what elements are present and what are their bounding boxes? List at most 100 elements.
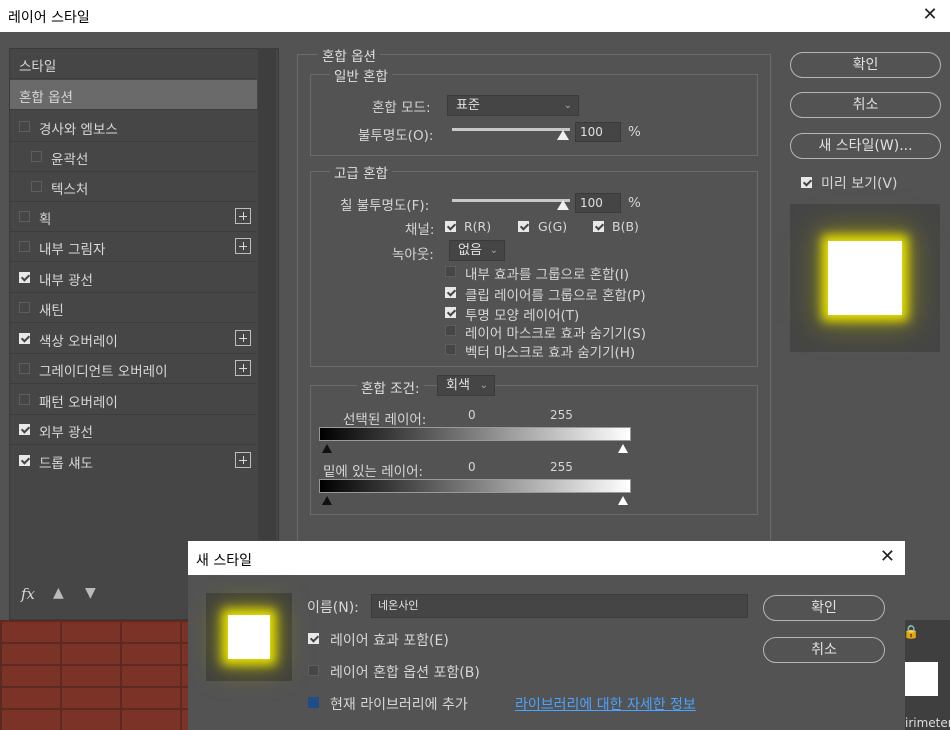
- canvas-brick-background: [0, 620, 188, 730]
- window-title: 레이어 스타일: [8, 10, 90, 26]
- fill-opacity-label: 칠 불투명도(F):: [340, 198, 430, 214]
- texture-checkbox[interactable]: [31, 181, 42, 192]
- this-layer-white-slider[interactable]: [618, 444, 628, 453]
- library-info-link[interactable]: 라이브러리에 대한 자세한 정보: [515, 694, 696, 714]
- pattern-overlay-checkbox[interactable]: [19, 394, 30, 405]
- channel-g-label: G(G): [538, 219, 568, 234]
- list-item-drop-shadow[interactable]: 드롭 섀도: [10, 446, 257, 475]
- transparency-shapes-label: 투명 모양 레이어(T): [465, 308, 580, 324]
- layer-mask-hides-checkbox[interactable]: [445, 325, 456, 336]
- underlying-layer-white-slider[interactable]: [618, 496, 628, 505]
- new-style-title: 새 스타일: [196, 553, 252, 569]
- new-style-ok-button[interactable]: 확인: [763, 595, 885, 621]
- stroke-checkbox[interactable]: [19, 211, 30, 222]
- list-item-blending-options[interactable]: 혼합 옵션: [10, 80, 257, 110]
- add-gradient-overlay-plus-icon[interactable]: [235, 360, 251, 376]
- preview-checkbox[interactable]: [801, 177, 812, 188]
- include-blending-checkbox[interactable]: [308, 665, 319, 676]
- new-style-cancel-button[interactable]: 취소: [763, 637, 885, 663]
- channel-g-checkbox[interactable]: [518, 221, 529, 232]
- layer-name-partial: irimeter: [905, 716, 950, 730]
- blend-mode-dropdown[interactable]: 표준 ⌄: [447, 95, 579, 116]
- list-item-color-overlay[interactable]: 색상 오버레이: [10, 324, 257, 354]
- list-item-stroke[interactable]: 획: [10, 202, 257, 232]
- opacity-slider[interactable]: [452, 128, 570, 131]
- fx-icon[interactable]: fx: [21, 585, 35, 603]
- add-drop-shadow-plus-icon[interactable]: [235, 452, 251, 468]
- cancel-button[interactable]: 취소: [790, 92, 941, 118]
- knockout-dropdown[interactable]: 없음 ⌄: [449, 240, 505, 261]
- blend-mode-label: 혼합 모드:: [372, 100, 431, 116]
- blend-interior-effects-checkbox[interactable]: [445, 266, 456, 277]
- channel-r-label: R(R): [464, 219, 492, 234]
- blend-interior-effects-label: 내부 효과를 그룹으로 혼합(I): [465, 267, 630, 283]
- list-item-inner-glow[interactable]: 내부 광선: [10, 263, 257, 293]
- move-up-arrow-icon[interactable]: ▲: [53, 585, 64, 601]
- list-item-pattern-overlay[interactable]: 패턴 오버레이: [10, 385, 257, 415]
- this-layer-black-slider[interactable]: [322, 444, 332, 453]
- fill-opacity-percent: %: [628, 195, 641, 211]
- add-to-library-label: 현재 라이브러리에 추가: [330, 697, 468, 713]
- fill-opacity-slider-thumb[interactable]: [557, 200, 569, 210]
- add-inner-shadow-plus-icon[interactable]: [235, 238, 251, 254]
- inner-shadow-checkbox[interactable]: [19, 241, 30, 252]
- list-item-texture[interactable]: 텍스처: [10, 172, 257, 202]
- styles-header-label: 스타일: [19, 59, 57, 75]
- list-item-label: 혼합 옵션: [19, 90, 73, 106]
- channel-b-checkbox[interactable]: [593, 221, 604, 232]
- move-down-arrow-icon[interactable]: ▼: [85, 585, 96, 601]
- channels-label: 채널:: [405, 222, 435, 238]
- list-item-label: 경사와 엠보스: [39, 122, 118, 138]
- new-style-preview: [206, 593, 292, 681]
- underlying-layer-black-slider[interactable]: [322, 496, 332, 505]
- blend-clipped-layers-checkbox[interactable]: [445, 287, 456, 298]
- list-item-outer-glow[interactable]: 외부 광선: [10, 415, 257, 445]
- styles-list-scrollbar[interactable]: [258, 48, 276, 540]
- this-layer-max: 255: [550, 408, 573, 422]
- styles-header[interactable]: 스타일: [10, 49, 257, 79]
- list-item-contour[interactable]: 윤곽선: [10, 142, 257, 172]
- close-icon[interactable]: ✕: [920, 4, 940, 25]
- contour-checkbox[interactable]: [31, 151, 42, 162]
- new-style-button[interactable]: 새 스타일(W)...: [790, 133, 941, 159]
- opacity-input[interactable]: 100: [575, 122, 621, 142]
- satin-checkbox[interactable]: [19, 302, 30, 313]
- transparency-shapes-checkbox[interactable]: [445, 307, 456, 318]
- advanced-blending-legend: 고급 혼합: [330, 162, 392, 182]
- list-item-satin[interactable]: 새틴: [10, 293, 257, 323]
- include-effects-checkbox[interactable]: [308, 633, 319, 644]
- gradient-overlay-checkbox[interactable]: [19, 363, 30, 374]
- ok-button[interactable]: 확인: [790, 52, 941, 78]
- list-item-gradient-overlay[interactable]: 그레이디언트 오버레이: [10, 354, 257, 384]
- fill-opacity-input[interactable]: 100: [575, 193, 621, 213]
- vector-mask-hides-checkbox[interactable]: [445, 344, 456, 355]
- channel-r-checkbox[interactable]: [445, 221, 456, 232]
- list-item-label: 드롭 섀도: [39, 456, 93, 472]
- add-to-library-checkbox[interactable]: [308, 697, 319, 708]
- drop-shadow-checkbox[interactable]: [19, 455, 30, 466]
- list-item-label: 내부 광선: [39, 273, 93, 289]
- color-overlay-checkbox[interactable]: [19, 333, 30, 344]
- channel-b-label: B(B): [612, 219, 639, 234]
- outer-glow-checkbox[interactable]: [19, 424, 30, 435]
- opacity-slider-thumb[interactable]: [557, 130, 569, 140]
- chevron-down-icon: ⌄: [489, 245, 498, 256]
- preview-label: 미리 보기(V): [821, 176, 898, 192]
- fill-opacity-slider[interactable]: [452, 199, 570, 202]
- style-name-input[interactable]: 네온사인: [371, 594, 748, 618]
- close-icon[interactable]: ✕: [880, 546, 895, 567]
- list-item-inner-shadow[interactable]: 내부 그림자: [10, 232, 257, 262]
- add-color-overlay-plus-icon[interactable]: [235, 330, 251, 346]
- this-layer-gradient-bar: [319, 427, 631, 441]
- name-label: 이름(N):: [307, 600, 359, 616]
- underlying-layer-gradient-bar: [319, 479, 631, 493]
- inner-glow-checkbox[interactable]: [19, 272, 30, 283]
- list-item-bevel-emboss[interactable]: 경사와 엠보스: [10, 112, 257, 142]
- add-stroke-plus-icon[interactable]: [235, 208, 251, 224]
- this-layer-min: 0: [468, 408, 476, 422]
- bevel-emboss-checkbox[interactable]: [19, 121, 30, 132]
- list-item-label: 내부 그림자: [39, 242, 106, 258]
- opacity-percent: %: [628, 124, 641, 140]
- blend-if-dropdown[interactable]: 회색 ⌄: [437, 375, 495, 396]
- vector-mask-hides-label: 벡터 마스크로 효과 숨기기(H): [465, 345, 636, 361]
